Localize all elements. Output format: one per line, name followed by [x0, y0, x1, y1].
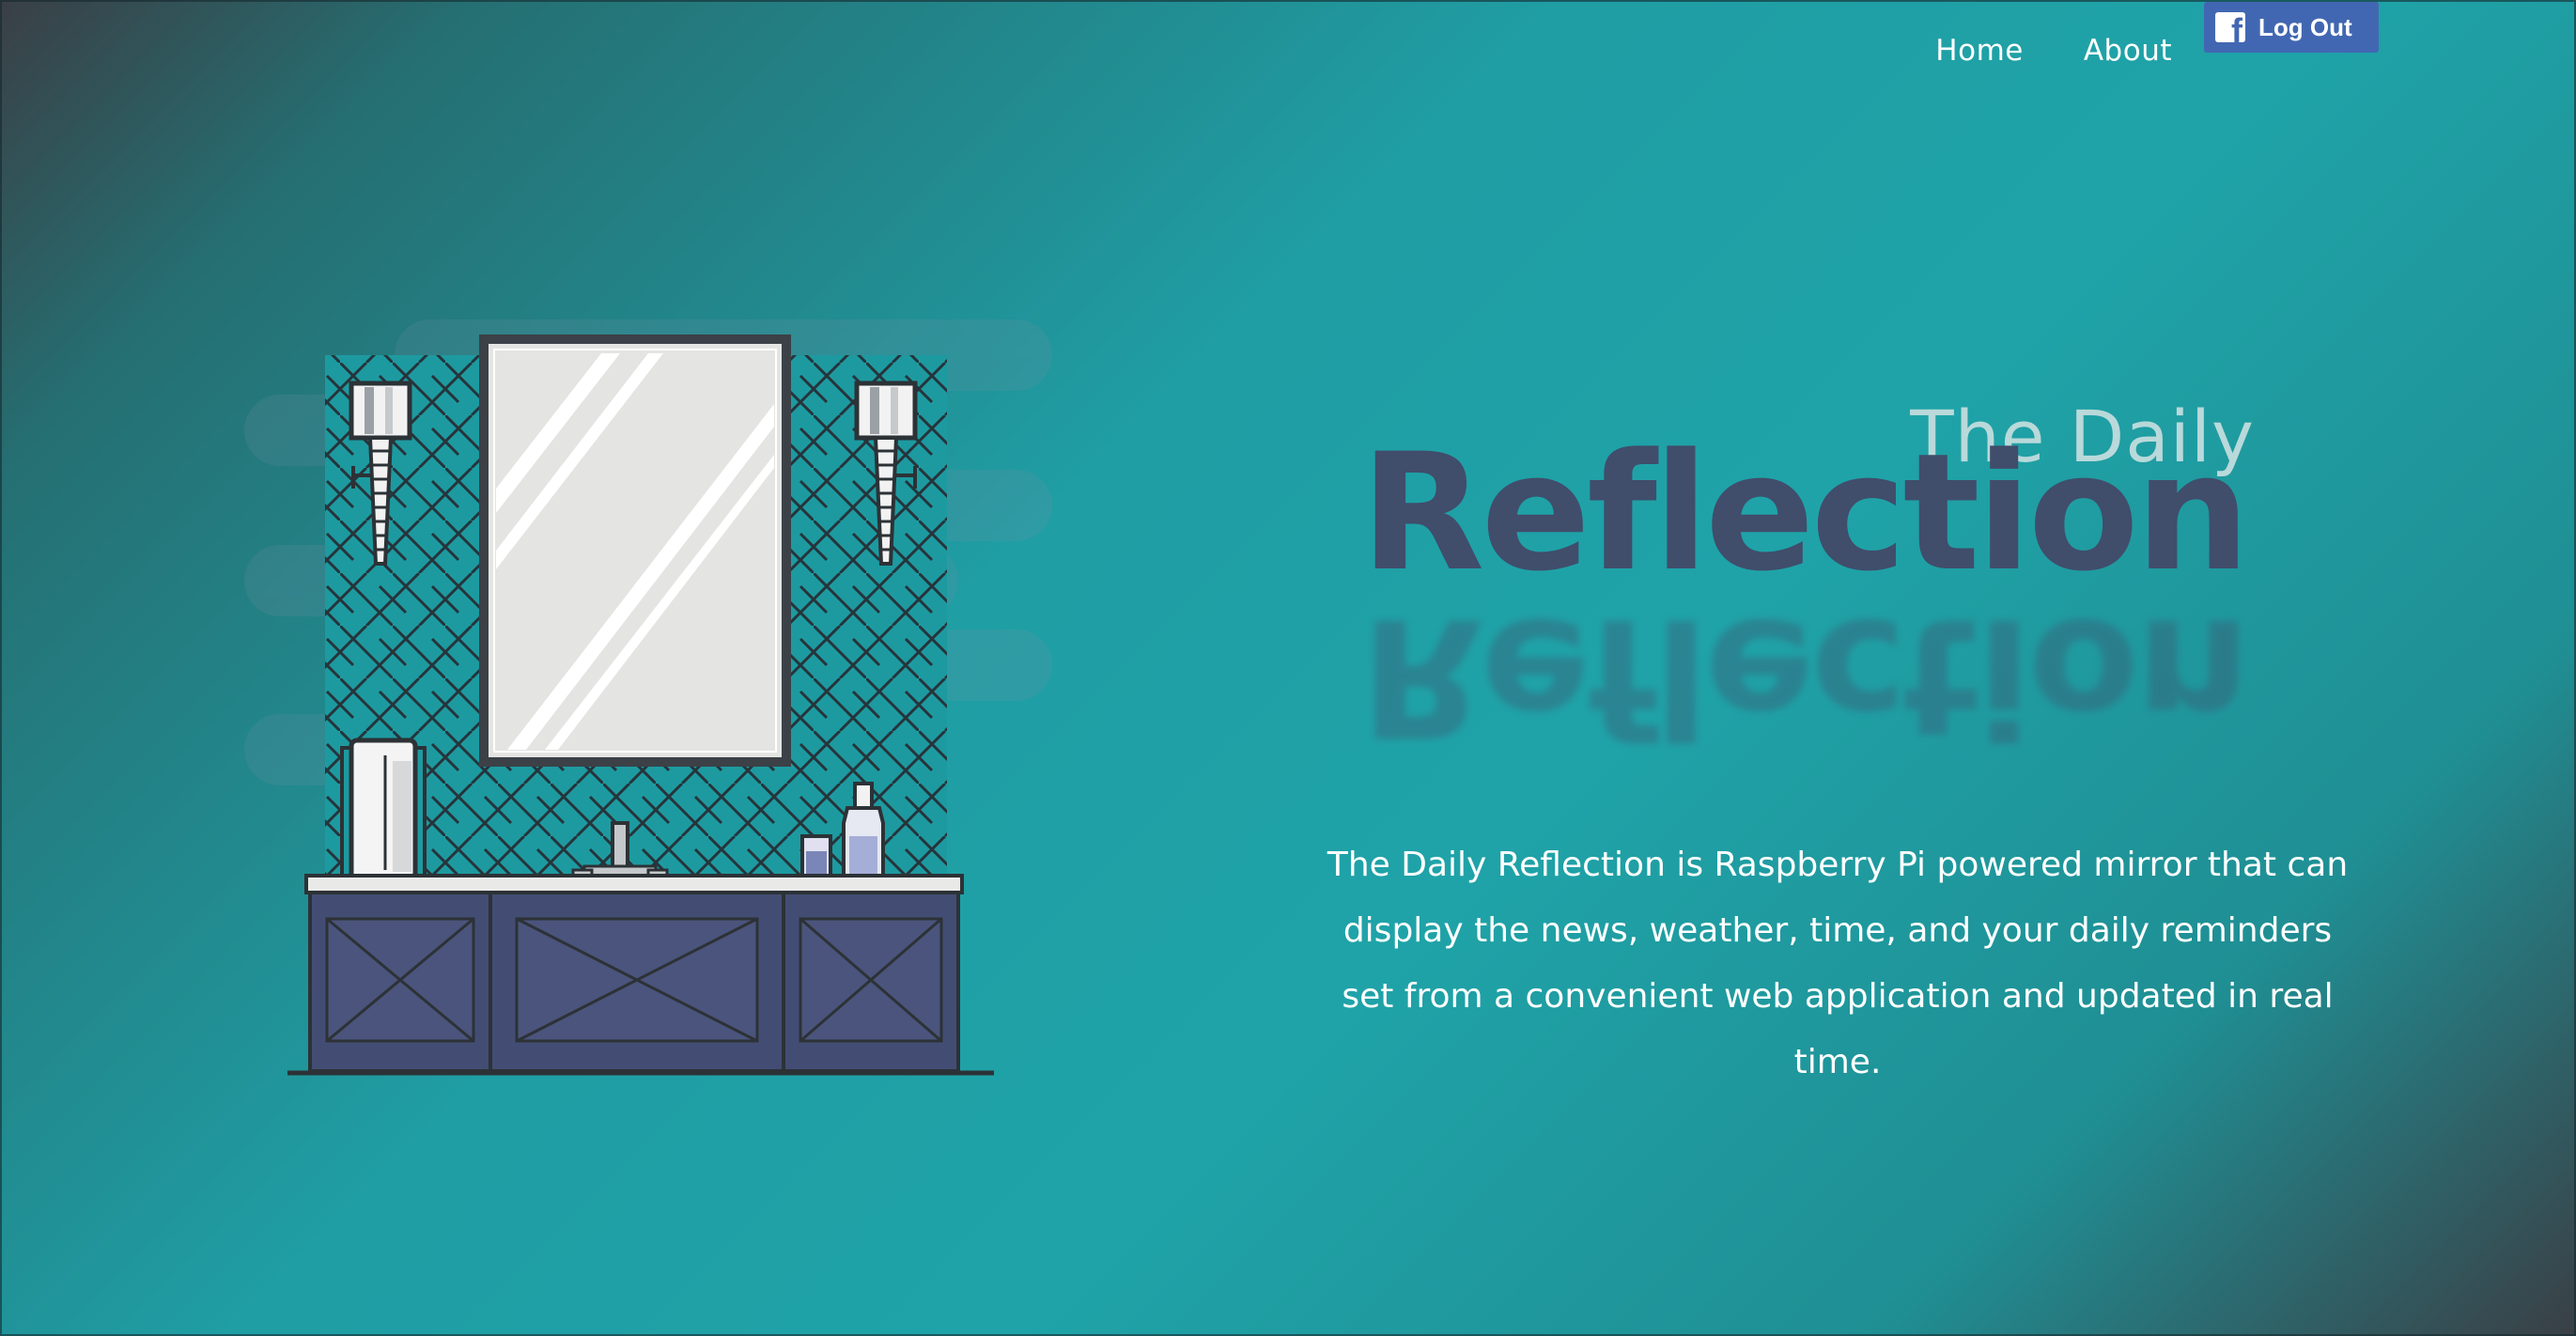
countertop	[304, 874, 964, 894]
hero-title: The Daily Reflection Reflection	[1353, 385, 2255, 771]
towel	[340, 738, 427, 884]
logout-label: Log Out	[2258, 12, 2352, 41]
top-nav: Home About f Log Out	[1935, 0, 2379, 103]
vanity-cabinet	[308, 891, 960, 1073]
mirror	[479, 334, 791, 767]
facebook-icon: f	[2215, 12, 2245, 48]
hero-description: The Daily Reflection is Raspberry Pi pow…	[1327, 846, 2349, 1081]
facebook-logout-button[interactable]: f Log Out	[2204, 2, 2379, 53]
bathroom-vanity-illustration	[244, 319, 1052, 1076]
title-big: Reflection	[1360, 418, 2250, 607]
title-reflection: Reflection	[1360, 583, 2247, 771]
nav-link-home[interactable]: Home	[1935, 34, 2024, 68]
nav-link-about[interactable]: About	[2084, 34, 2172, 68]
cup	[800, 834, 832, 879]
